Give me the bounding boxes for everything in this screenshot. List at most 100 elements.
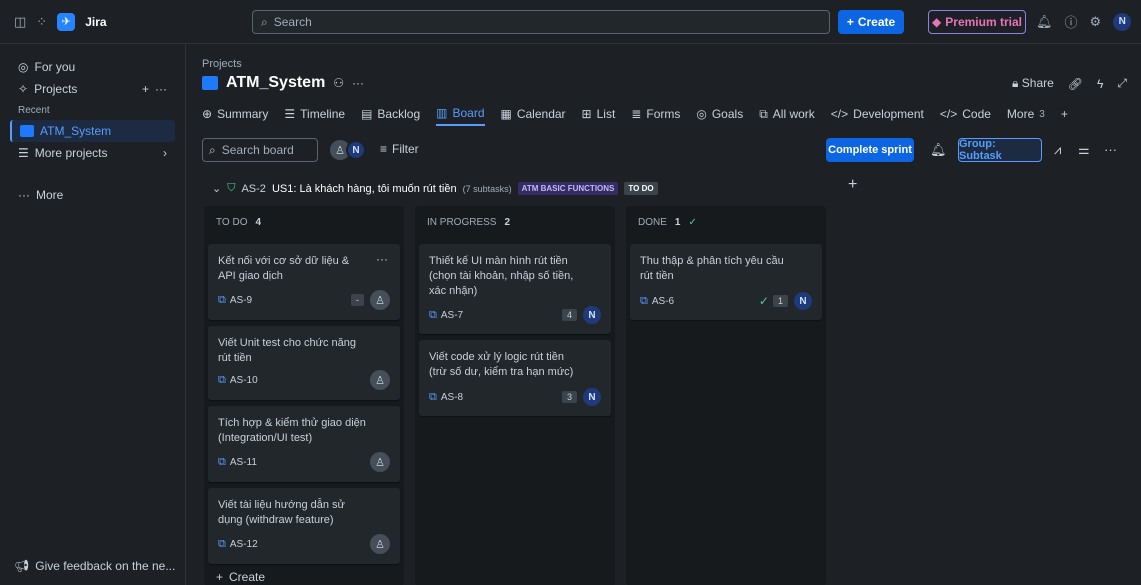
subtask-icon: ⧉ bbox=[218, 537, 226, 550]
unassigned-avatar-icon[interactable]: ♙ bbox=[370, 452, 390, 472]
premium-trial-button[interactable]: ◆ Premium trial bbox=[928, 10, 1026, 34]
assignee-avatar[interactable]: N bbox=[583, 306, 601, 324]
feedback-link[interactable]: 📢︎ Give feedback on the ne... bbox=[14, 559, 175, 573]
backlog-icon: ▤ bbox=[361, 107, 373, 121]
tab-timeline[interactable]: ☰ Timeline bbox=[284, 102, 345, 126]
tab-development[interactable]: </> Development bbox=[831, 102, 924, 126]
column-count: 4 bbox=[255, 216, 262, 228]
megaphone-icon: 📢︎ bbox=[14, 559, 30, 573]
tab-summary[interactable]: ⊕ Summary bbox=[202, 102, 268, 126]
chevron-down-icon[interactable]: ⌄ bbox=[212, 182, 221, 195]
board-search-input[interactable] bbox=[221, 143, 310, 157]
issue-key[interactable]: AS-6 bbox=[652, 296, 674, 307]
board-search[interactable]: ⌕ bbox=[202, 138, 318, 162]
column-count: 1 bbox=[674, 216, 681, 228]
tab-backlog[interactable]: ▤ Backlog bbox=[361, 102, 420, 126]
subtask-icon: ⧉ bbox=[218, 455, 226, 468]
sidebar-item-for-you[interactable]: ◎ For you bbox=[0, 56, 185, 78]
app-switcher-icon[interactable]: ⁘ bbox=[36, 14, 47, 30]
estimate-badge: 4 bbox=[561, 309, 577, 321]
add-project-icon[interactable]: + bbox=[142, 82, 149, 96]
subtask-icon: ⧉ bbox=[429, 308, 437, 321]
project-cloud-icon bbox=[202, 76, 218, 90]
estimate-badge: - bbox=[351, 294, 364, 306]
filter-button[interactable]: ≡ Filter bbox=[380, 142, 419, 156]
expand-icon[interactable]: ⤢ bbox=[1117, 76, 1127, 91]
search-input[interactable] bbox=[273, 15, 774, 29]
issue-key[interactable]: AS-11 bbox=[230, 457, 257, 468]
tab-code[interactable]: </> Code bbox=[940, 102, 991, 126]
issue-key[interactable]: AS-8 bbox=[441, 392, 463, 403]
tab-calendar[interactable]: ▦ Calendar bbox=[501, 102, 566, 126]
done-check-icon: ✓ bbox=[758, 294, 769, 308]
issue-card[interactable]: Kết nối với cơ sở dữ liệu & API giao dịc… bbox=[208, 244, 400, 320]
epic-key[interactable]: AS-2 bbox=[241, 183, 265, 195]
status-badge: TO DO bbox=[624, 182, 658, 195]
assignee-avatar[interactable]: N bbox=[794, 292, 812, 310]
sidebar-item-atm-system[interactable]: ATM_System bbox=[10, 120, 175, 142]
add-tab-button[interactable]: + bbox=[1061, 102, 1068, 126]
insights-chart-icon[interactable]: ⩘ bbox=[1054, 142, 1061, 158]
globe-icon: ⊕ bbox=[202, 107, 213, 121]
add-column-icon[interactable]: + bbox=[848, 176, 857, 194]
global-search[interactable]: ⌕ bbox=[252, 10, 830, 34]
issue-key[interactable]: AS-10 bbox=[230, 375, 258, 386]
user-avatar[interactable]: N bbox=[346, 140, 366, 160]
jira-logo-icon[interactable]: ✈ bbox=[57, 12, 76, 31]
ellipsis-icon: ··· bbox=[18, 188, 30, 202]
sidebar-item-more[interactable]: ··· More bbox=[0, 184, 185, 206]
card-more-icon[interactable]: ··· bbox=[376, 252, 388, 266]
calendar-icon: ▦ bbox=[500, 107, 512, 121]
share-button[interactable]: 🔒︎ Share bbox=[1012, 76, 1054, 91]
more-options-icon[interactable]: ··· bbox=[1104, 142, 1117, 157]
estimate-badge: 1 bbox=[772, 295, 788, 307]
team-icon[interactable]: ⚇ bbox=[333, 76, 344, 90]
assignee-avatar[interactable]: N bbox=[583, 388, 601, 406]
issue-card[interactable]: Viết Unit test cho chức năng rút tiền ⧉ A… bbox=[208, 326, 400, 400]
automation-bolt-icon[interactable]: ϟ bbox=[1097, 77, 1103, 91]
tab-all-work[interactable]: ⧉ All work bbox=[759, 102, 815, 126]
tab-forms[interactable]: ≣ Forms bbox=[631, 102, 680, 126]
group-by-button[interactable]: Group: Subtask bbox=[958, 138, 1042, 162]
issue-card[interactable]: Thu thập & phân tích yêu cầu rút tiền ⧉ A… bbox=[630, 244, 822, 320]
help-icon[interactable]: ⓘ bbox=[1065, 12, 1078, 31]
tab-list[interactable]: ⊞ List bbox=[582, 102, 616, 126]
tab-goals[interactable]: ◎ Goals bbox=[696, 102, 743, 126]
issue-card[interactable]: Tích hợp & kiểm thử giao diện (Integrati… bbox=[208, 406, 400, 482]
user-avatar[interactable]: N bbox=[1113, 12, 1132, 31]
issue-key[interactable]: AS-12 bbox=[230, 539, 258, 550]
bell-icon[interactable]: 🔔︎ bbox=[930, 142, 947, 158]
issue-card[interactable]: Viết tài liệu hướng dẫn sử dụng (withdra… bbox=[208, 488, 400, 564]
unassigned-avatar-icon[interactable]: ♙ bbox=[370, 534, 390, 554]
complete-sprint-button[interactable]: Complete sprint bbox=[826, 138, 914, 162]
create-issue-button[interactable]: + Create bbox=[216, 570, 265, 584]
card-summary: Thiết kế UI màn hình rút tiền (chọn tài … bbox=[429, 255, 574, 297]
link-icon[interactable]: 🔗︎ bbox=[1068, 77, 1083, 91]
issue-card[interactable]: Thiết kế UI màn hình rút tiền (chọn tài … bbox=[419, 244, 611, 334]
more-options-icon[interactable]: ··· bbox=[352, 76, 364, 90]
settings-gear-icon[interactable]: ⚙ bbox=[1090, 14, 1102, 30]
card-summary: Viết Unit test cho chức năng rút tiền bbox=[218, 337, 357, 364]
tab-board[interactable]: ▥ Board bbox=[436, 102, 485, 126]
column-title: DONE bbox=[638, 216, 667, 228]
create-button[interactable]: + Create bbox=[838, 10, 904, 34]
tab-more[interactable]: More 3 bbox=[1007, 102, 1045, 126]
sidebar-toggle-icon[interactable]: ◫ bbox=[14, 14, 26, 30]
all-work-icon: ⧉ bbox=[759, 106, 768, 121]
view-settings-icon[interactable]: ⚌ bbox=[1078, 142, 1090, 158]
issue-key[interactable]: AS-9 bbox=[230, 295, 252, 306]
epic-swimlane-header[interactable]: ⌄ ⛉ AS-2 US1: Là khách hàng, tôi muốn rú… bbox=[212, 182, 658, 195]
sidebar-item-more-projects[interactable]: ☰ More projects › bbox=[0, 142, 185, 164]
chevron-right-icon: › bbox=[163, 146, 167, 160]
breadcrumb[interactable]: Projects bbox=[202, 58, 242, 70]
issue-card[interactable]: Viết code xử lý logic rút tiền (trừ số d… bbox=[419, 340, 611, 416]
notifications-bell-icon[interactable]: 🔔︎ bbox=[1036, 14, 1053, 30]
more-options-icon[interactable]: ··· bbox=[155, 82, 167, 96]
sidebar-item-projects[interactable]: ✧ Projects + ··· bbox=[0, 78, 185, 100]
issue-key[interactable]: AS-7 bbox=[441, 310, 463, 321]
column-title: TO DO bbox=[216, 216, 248, 228]
unassigned-avatar-icon[interactable]: ♙ bbox=[370, 290, 390, 310]
app-name[interactable]: Jira bbox=[85, 15, 106, 29]
sidebar: ◎ For you ✧ Projects + ··· Recent ATM_Sy… bbox=[0, 44, 186, 585]
unassigned-avatar-icon[interactable]: ♙ bbox=[370, 370, 390, 390]
